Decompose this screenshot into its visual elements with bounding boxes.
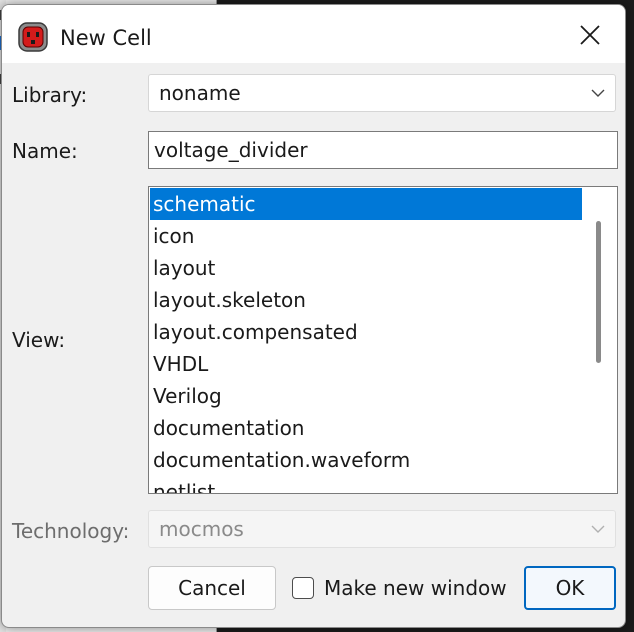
library-value: noname (159, 81, 241, 105)
title-bar: New Cell (2, 5, 625, 63)
technology-label: Technology: (12, 519, 130, 543)
cancel-button[interactable]: Cancel (148, 566, 276, 610)
view-list[interactable]: schematic icon layout layout.skeleton la… (148, 186, 618, 494)
make-new-window-label: Make new window (324, 576, 507, 600)
list-item-schematic[interactable]: schematic (150, 188, 582, 220)
name-field[interactable] (148, 131, 618, 169)
close-icon (579, 24, 601, 50)
view-list-scrollbar[interactable] (583, 187, 617, 493)
list-item-layout[interactable]: layout (150, 252, 582, 284)
list-item-icon[interactable]: icon (150, 220, 582, 252)
list-item-netlist[interactable]: netlist (150, 476, 582, 493)
library-select[interactable]: noname (148, 74, 616, 112)
ok-button[interactable]: OK (524, 566, 616, 610)
list-item-documentation-waveform[interactable]: documentation.waveform (150, 444, 582, 476)
make-new-window-option[interactable]: Make new window (292, 573, 507, 603)
technology-value: mocmos (159, 517, 244, 541)
new-cell-dialog: New Cell Library: noname Name: View: sch… (1, 4, 626, 628)
list-item-verilog[interactable]: Verilog (150, 380, 582, 412)
name-label: Name: (12, 139, 78, 163)
view-label: View: (12, 328, 66, 352)
list-item-layout-compensated[interactable]: layout.compensated (150, 316, 582, 348)
technology-select[interactable]: mocmos (148, 510, 616, 548)
list-item-vhdl[interactable]: VHDL (150, 348, 582, 380)
chevron-down-icon (589, 84, 607, 102)
dialog-title: New Cell (60, 26, 152, 50)
make-new-window-checkbox[interactable] (292, 577, 314, 599)
close-button[interactable] (562, 17, 618, 57)
library-label: Library: (12, 83, 88, 107)
electric-app-icon (18, 22, 48, 52)
list-item-documentation[interactable]: documentation (150, 412, 582, 444)
chevron-down-icon (589, 520, 607, 538)
scrollbar-thumb[interactable] (596, 221, 601, 363)
view-list-items: schematic icon layout layout.skeleton la… (150, 188, 582, 493)
list-item-layout-skeleton[interactable]: layout.skeleton (150, 284, 582, 316)
